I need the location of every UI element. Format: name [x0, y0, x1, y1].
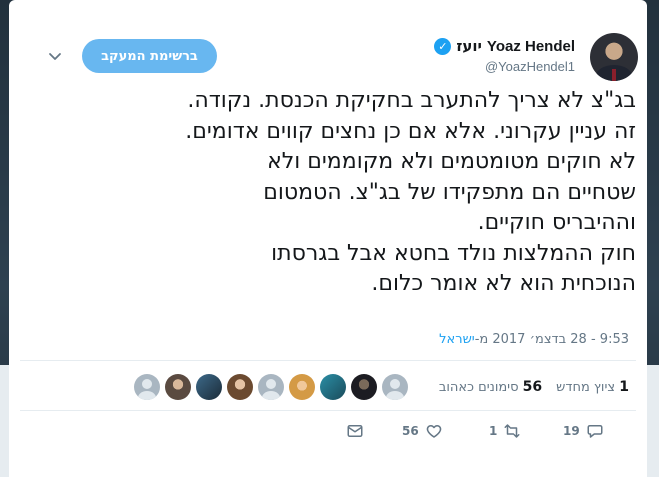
retweets-label: ציוץ מחדש [556, 380, 616, 395]
tweet-stats: 1 ציוץ מחדש 56 סימונים כאהוב [439, 372, 629, 402]
chevron-down-icon[interactable] [47, 48, 63, 64]
likers-avatars [134, 374, 408, 400]
timestamp-text: 9:53 - 28 בדצמ׳ 2017 מ- [474, 332, 629, 347]
retweet-action[interactable]: 1 [489, 422, 521, 440]
retweets-stat[interactable]: 1 ציוץ מחדש [556, 379, 629, 395]
liker-avatar[interactable] [258, 374, 284, 400]
heart-icon [426, 425, 441, 438]
likes-stat[interactable]: 56 סימונים כאהוב [439, 379, 542, 395]
tweet-card: ✓ יועז Yoaz Hendel @YoazHendel1 ברשימת ה… [9, 0, 647, 477]
envelope-icon [347, 425, 363, 437]
avatar-tie [612, 69, 616, 81]
reply-action[interactable]: 19 [563, 422, 604, 440]
location-link[interactable]: ישראל [439, 332, 475, 347]
likes-count: 56 [522, 379, 543, 395]
retweets-count: 1 [619, 379, 629, 395]
tweet-line: הנוכחית הוא לא אומר כלום. [371, 271, 636, 296]
user-name-row[interactable]: ✓ יועז Yoaz Hendel [434, 36, 575, 56]
like-count: 56 [402, 424, 419, 438]
user-avatar[interactable] [590, 33, 638, 81]
tweet-line: לא חוקים מטומטמים ולא מקוממים ולא [267, 149, 636, 174]
like-action[interactable]: 56 [402, 422, 443, 440]
tweet-text: בג"צ לא צריך להתערב בחקיקת הכנסת. נקודה.… [36, 86, 636, 300]
reply-icon [587, 425, 603, 438]
user-handle[interactable]: @YoazHendel1 [485, 59, 575, 74]
tweet-line: שטחיים הם מתפקידו של בג"צ. הטמטום [263, 179, 636, 205]
direct-message-action[interactable] [346, 422, 364, 440]
tweet-line: זה עניין עקרוני. אלא אם כן נחצים קווים א… [185, 118, 636, 144]
tweet-line: בג"צ לא צריך להתערב בחקיקת הכנסת. נקודה. [187, 88, 636, 113]
liker-avatar[interactable] [382, 374, 408, 400]
likes-label: סימונים כאהוב [438, 380, 519, 395]
retweet-icon [504, 424, 520, 438]
user-name-hebrew[interactable]: יועז [456, 37, 482, 55]
tweet-timestamp: 9:53 - 28 בדצמ׳ 2017 מ-ישראל [439, 332, 629, 347]
liker-avatar[interactable] [196, 374, 222, 400]
divider [20, 410, 636, 411]
user-name-latin[interactable]: Yoaz Hendel [487, 38, 575, 55]
divider [20, 360, 636, 361]
verified-badge-icon: ✓ [434, 37, 452, 55]
liker-avatar[interactable] [165, 374, 191, 400]
liker-avatar[interactable] [227, 374, 253, 400]
tweet-line: וההיבריס חוקיים. [477, 210, 636, 235]
tweet-line: חוק ההמלצות נולד בחטא אבל בגרסתו [271, 240, 636, 266]
liker-avatar[interactable] [289, 374, 315, 400]
tweet-actions: 19 1 56 [9, 422, 647, 444]
reply-count: 19 [563, 424, 580, 438]
liker-avatar[interactable] [320, 374, 346, 400]
liker-avatar[interactable] [351, 374, 377, 400]
retweet-count: 1 [489, 424, 498, 438]
following-button[interactable]: ברשימת המעקב [82, 39, 217, 73]
liker-avatar[interactable] [134, 374, 160, 400]
